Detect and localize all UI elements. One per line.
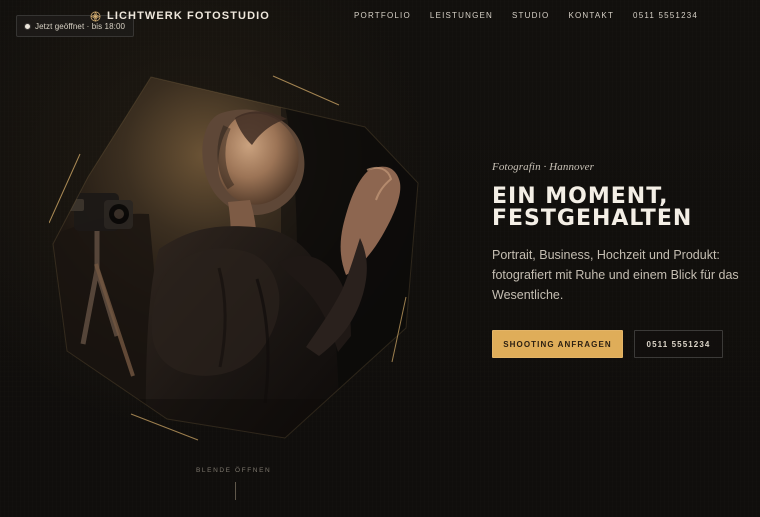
open-status-indicator (25, 23, 30, 29)
hero-headline: EIN MOMENT, FESTGEHALTEN (492, 186, 742, 230)
photographer-portrait-image (49, 75, 419, 441)
hero-eyebrow: Fotografin · Hannover (492, 161, 595, 173)
scroll-indicator-line (235, 482, 236, 500)
main-navigation: PORTFOLIO LEISTUNGEN STUDIO KONTAKT 0511… (354, 11, 698, 20)
phone-button[interactable]: 0511 5551234 (634, 330, 723, 358)
opening-hours-text: Jetzt geöffnet · bis 18:00 (35, 21, 126, 31)
brand-name: LICHTWERK FOTOSTUDIO (107, 10, 270, 22)
nav-portfolio-link[interactable]: PORTFOLIO (354, 11, 411, 20)
hero-headline-line-1: EIN MOMENT, (492, 184, 669, 209)
hero-photo-frame (49, 74, 419, 444)
nav-services-link[interactable]: LEISTUNGEN (430, 11, 493, 20)
hero-page: Jetzt geöffnet · bis 18:00 LICHTWERK FOT… (0, 0, 760, 517)
request-shooting-button[interactable]: SHOOTING ANFRAGEN (492, 330, 623, 358)
nav-phone-link[interactable]: 0511 5551234 (633, 11, 698, 20)
hero-headline-line-2: FESTGEHALTEN (492, 206, 693, 231)
aperture-icon (90, 10, 101, 22)
scroll-cue[interactable]: BLENDE ÖFFNEN (196, 467, 271, 500)
nav-contact-link[interactable]: KONTAKT (568, 11, 614, 20)
hero-actions: SHOOTING ANFRAGEN 0511 5551234 (492, 330, 723, 358)
brand-logo-link[interactable]: LICHTWERK FOTOSTUDIO (90, 10, 270, 22)
hero-copy: Fotografin · Hannover EIN MOMENT, FESTGE… (492, 161, 742, 305)
hero-description: Portrait, Business, Hochzeit und Produkt… (492, 248, 739, 302)
nav-studio-link[interactable]: STUDIO (512, 11, 549, 20)
scroll-cue-label: BLENDE ÖFFNEN (196, 467, 272, 474)
